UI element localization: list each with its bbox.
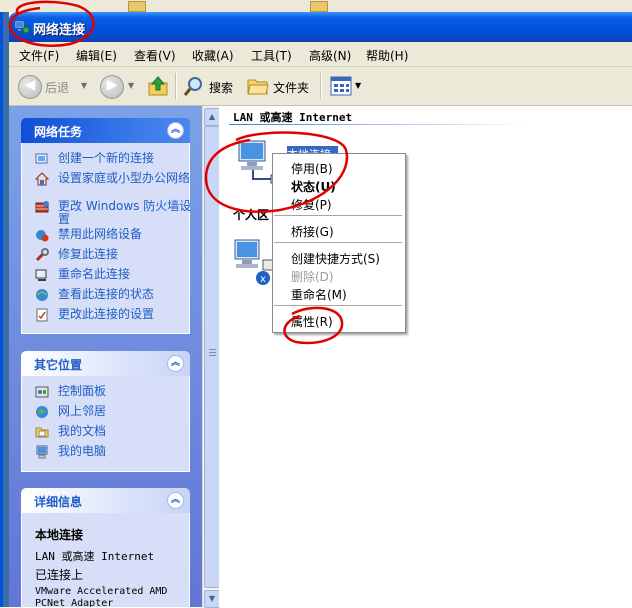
up-folder-icon[interactable] (147, 75, 169, 97)
folder-icon (310, 1, 328, 12)
search-button-label[interactable]: 搜索 (209, 79, 233, 96)
collapse-icon[interactable]: ︽ (167, 355, 184, 372)
collapse-icon[interactable]: ︽ (167, 492, 184, 509)
menu-item-create-shortcut[interactable]: 创建快捷方式(S) (291, 250, 380, 267)
menu-item-rename[interactable]: 重命名(M) (291, 286, 347, 303)
menu-item-properties[interactable]: 属性(R) (291, 313, 333, 330)
menu-item-disable[interactable]: 停用(B) (291, 160, 333, 177)
vertical-scrollbar[interactable]: ▲ ▼ (202, 106, 220, 608)
menu-edit[interactable]: 编辑(E) (76, 47, 117, 64)
details-title: 详细信息 (34, 495, 83, 509)
details-header[interactable]: 详细信息 ︽ (21, 488, 190, 513)
group-header-lan: LAN 或高速 Internet (233, 111, 353, 124)
settings-icon (36, 308, 48, 322)
menu-advanced[interactable]: 高级(N) (309, 47, 351, 64)
my-computer-icon (36, 445, 48, 459)
back-label[interactable]: 后退 (45, 79, 69, 96)
network-places-icon (36, 406, 48, 418)
details-connection-type: LAN 或高速 Internet (35, 550, 155, 563)
collapse-icon[interactable]: ︽ (167, 122, 184, 139)
menu-file[interactable]: 文件(F) (19, 47, 59, 64)
status-icon (36, 289, 48, 301)
scroll-up-button[interactable]: ▲ (204, 108, 220, 126)
network-tasks-panel: 网络任务 ︽ 创建一个新的连接 设置家庭或小型办公网络 更改 Windows 防… (21, 118, 191, 334)
task-pane: 网络任务 ︽ 创建一个新的连接 设置家庭或小型办公网络 更改 Windows 防… (9, 106, 202, 608)
disable-device-icon (36, 230, 49, 242)
chevron-down-icon[interactable]: ▼ (128, 81, 134, 90)
scroll-down-button[interactable]: ▼ (204, 590, 220, 608)
menu-help[interactable]: 帮助(H) (366, 47, 408, 64)
svg-text:x: x (260, 274, 266, 285)
search-icon[interactable] (183, 75, 205, 97)
network-tasks-header[interactable]: 网络任务 ︽ (21, 118, 190, 143)
network-connections-icon (14, 20, 30, 34)
rename-icon (35, 269, 47, 281)
network-tasks-title: 网络任务 (34, 125, 83, 139)
details-connection-status: 已连接上 (35, 568, 84, 582)
menu-item-repair[interactable]: 修复(P) (291, 196, 332, 213)
title-bar[interactable]: 网络连接 (9, 12, 632, 42)
my-documents-icon (35, 427, 49, 438)
folder-icon (128, 1, 146, 12)
background-window-strip (0, 0, 632, 12)
group-header-personal: 个人区 (233, 208, 270, 222)
menu-view[interactable]: 查看(V) (134, 47, 176, 64)
views-icon[interactable] (330, 76, 352, 96)
back-button[interactable]: ◀ (18, 75, 42, 99)
menu-bar: 文件(F) 编辑(E) 查看(V) 收藏(A) 工具(T) 高级(N) 帮助(H… (9, 42, 632, 67)
scroll-thumb[interactable] (204, 126, 220, 588)
details-adapter-line1: VMware Accelerated AMD (35, 586, 168, 597)
other-places-header[interactable]: 其它位置 ︽ (21, 351, 190, 376)
menu-favorites[interactable]: 收藏(A) (192, 47, 234, 64)
repair-icon (35, 248, 49, 262)
window-title: 网络连接 (33, 23, 86, 38)
desktop-edge (0, 12, 9, 607)
menu-item-delete: 删除(D) (291, 270, 334, 284)
toolbar: ◀ 后退 ▼ ▶ ▼ 搜索 文件夹 ▼ (9, 67, 632, 106)
home-network-icon (35, 172, 49, 186)
folders-button-label[interactable]: 文件夹 (273, 79, 309, 96)
arrow-left-icon: ◀ (24, 77, 36, 93)
arrow-right-icon: ▶ (106, 77, 118, 93)
chevron-down-icon[interactable]: ▼ (355, 81, 361, 90)
firewall-icon (35, 201, 49, 213)
details-connection-name: 本地连接 (35, 528, 84, 542)
menu-tools[interactable]: 工具(T) (251, 47, 292, 64)
chevron-down-icon[interactable]: ▼ (81, 81, 87, 90)
other-places-panel: 其它位置 ︽ 控制面板 网上邻居 我的文档 我的电脑 (21, 351, 190, 472)
menu-item-bridge[interactable]: 桥接(G) (291, 223, 334, 240)
details-panel: 详细信息 ︽ 本地连接 LAN 或高速 Internet 已连接上 VMware… (21, 488, 190, 608)
forward-button[interactable]: ▶ (100, 75, 124, 99)
context-menu: 停用(B) 状态(U) 修复(P) 桥接(G) 创建快捷方式(S) 删除(D) … (272, 153, 406, 333)
folders-icon[interactable] (247, 76, 269, 96)
other-places-title: 其它位置 (34, 358, 83, 372)
menu-item-status[interactable]: 状态(U) (291, 178, 336, 195)
new-connection-icon (35, 153, 48, 164)
control-panel-icon (35, 386, 49, 398)
